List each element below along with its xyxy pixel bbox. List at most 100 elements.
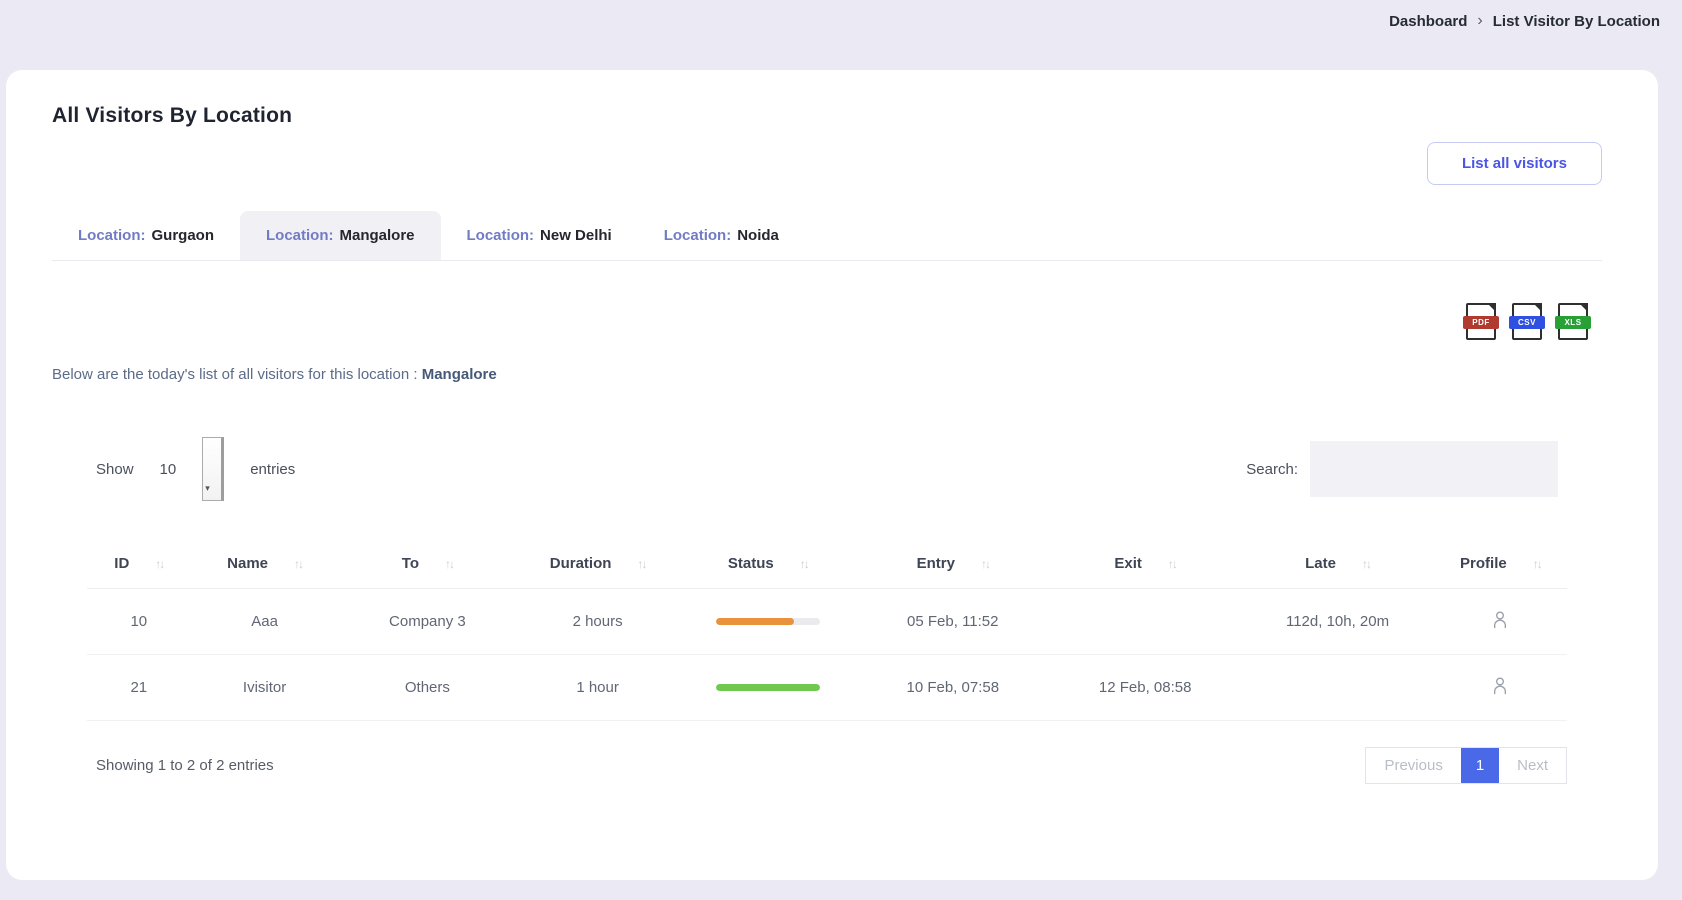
tab-prefix: Location: xyxy=(664,227,732,244)
export-pdf-icon[interactable]: PDF xyxy=(1466,303,1496,340)
tab-name: Noida xyxy=(737,227,779,244)
cell-entry: 05 Feb, 11:52 xyxy=(857,589,1049,655)
tab-location-gurgaon[interactable]: Location: Gurgaon xyxy=(52,211,240,260)
csv-file-label: CSV xyxy=(1509,316,1545,329)
sort-icon[interactable]: ↑↓ xyxy=(1362,557,1370,571)
main-card: All Visitors By Location List all visito… xyxy=(6,70,1658,880)
info-location: Mangalore xyxy=(422,366,497,383)
breadcrumb-dashboard[interactable]: Dashboard xyxy=(1389,13,1467,30)
cell-id: 10 xyxy=(87,589,191,655)
tab-prefix: Location: xyxy=(467,227,535,244)
column-label: Entry xyxy=(917,555,955,572)
cell-name: Ivisitor xyxy=(191,655,339,721)
table-row: 21 Ivisitor Others 1 hour 10 Feb, 07:58 … xyxy=(87,655,1567,721)
cell-profile xyxy=(1434,655,1567,721)
next-page-button[interactable]: Next xyxy=(1499,748,1566,783)
column-header-entry[interactable]: Entry ↑↓ xyxy=(857,541,1049,589)
cell-id: 21 xyxy=(87,655,191,721)
location-tabs: Location: Gurgaon Location: Mangalore Lo… xyxy=(52,211,1602,261)
cell-entry: 10 Feb, 07:58 xyxy=(857,655,1049,721)
sort-icon[interactable]: ↑↓ xyxy=(800,557,808,571)
pagination: Previous 1 Next xyxy=(1365,747,1567,784)
sort-icon[interactable]: ↑↓ xyxy=(294,557,302,571)
info-text: Below are the today's list of all visito… xyxy=(52,366,418,383)
page-number-button[interactable]: 1 xyxy=(1461,748,1499,783)
column-header-name[interactable]: Name ↑↓ xyxy=(191,541,339,589)
tab-prefix: Location: xyxy=(78,227,146,244)
column-label: ID xyxy=(114,555,129,572)
entries-select[interactable]: ▾ xyxy=(202,437,224,501)
profile-person-icon[interactable] xyxy=(1492,610,1508,633)
breadcrumb: Dashboard › List Visitor By Location xyxy=(1389,12,1660,30)
cell-exit: 12 Feb, 08:58 xyxy=(1049,655,1241,721)
sort-icon[interactable]: ↑↓ xyxy=(1533,557,1541,571)
entries-label: entries xyxy=(250,461,295,478)
cell-status xyxy=(679,655,857,721)
search-label: Search: xyxy=(1246,461,1298,478)
sort-icon[interactable]: ↑↓ xyxy=(445,557,453,571)
status-progress-fill xyxy=(716,618,794,625)
chevron-right-icon: › xyxy=(1477,12,1482,30)
xls-file-label: XLS xyxy=(1555,316,1591,329)
column-label: Status xyxy=(728,555,774,572)
cell-name: Aaa xyxy=(191,589,339,655)
cell-duration: 2 hours xyxy=(516,589,679,655)
page-title: All Visitors By Location xyxy=(52,104,1602,128)
column-header-duration[interactable]: Duration ↑↓ xyxy=(516,541,679,589)
button-row: List all visitors xyxy=(52,142,1602,185)
tab-location-noida[interactable]: Location: Noida xyxy=(638,211,805,260)
column-header-exit[interactable]: Exit ↑↓ xyxy=(1049,541,1241,589)
column-header-status[interactable]: Status ↑↓ xyxy=(679,541,857,589)
show-entries-group: Show 10 ▾ entries xyxy=(96,437,295,501)
tab-location-mangalore[interactable]: Location: Mangalore xyxy=(240,211,441,260)
top-bar: Dashboard › List Visitor By Location xyxy=(0,0,1682,70)
visitors-table: ID ↑↓ Name ↑↓ To ↑↓ Duration ↑↓ Status ↑↓ Ent… xyxy=(87,541,1567,721)
tab-prefix: Location: xyxy=(266,227,334,244)
table-controls: Show 10 ▾ entries Search: xyxy=(96,437,1558,501)
cell-duration: 1 hour xyxy=(516,655,679,721)
tab-name: Gurgaon xyxy=(152,227,215,244)
tab-name: New Delhi xyxy=(540,227,612,244)
column-label: Name xyxy=(227,555,268,572)
profile-person-icon[interactable] xyxy=(1492,676,1508,699)
sort-icon[interactable]: ↑↓ xyxy=(155,557,163,571)
status-progress-bar xyxy=(716,618,820,625)
column-header-profile[interactable]: Profile ↑↓ xyxy=(1434,541,1567,589)
list-all-visitors-button[interactable]: List all visitors xyxy=(1427,142,1602,185)
table-header-row: ID ↑↓ Name ↑↓ To ↑↓ Duration ↑↓ Status ↑↓ Ent… xyxy=(87,541,1567,589)
column-header-id[interactable]: ID ↑↓ xyxy=(87,541,191,589)
chevron-down-icon: ▾ xyxy=(205,483,210,494)
previous-page-button[interactable]: Previous xyxy=(1366,748,1460,783)
info-line: Below are the today's list of all visito… xyxy=(52,366,1602,383)
cell-late: 112d, 10h, 20m xyxy=(1241,589,1433,655)
column-header-to[interactable]: To ↑↓ xyxy=(339,541,517,589)
cell-profile xyxy=(1434,589,1567,655)
cell-to: Others xyxy=(339,655,517,721)
column-label: Duration xyxy=(550,555,612,572)
page-size-value: 10 xyxy=(160,461,177,478)
column-header-late[interactable]: Late ↑↓ xyxy=(1241,541,1433,589)
cell-status xyxy=(679,589,857,655)
breadcrumb-current-page: List Visitor By Location xyxy=(1493,13,1660,30)
export-buttons: PDF CSV XLS xyxy=(52,303,1602,340)
export-csv-icon[interactable]: CSV xyxy=(1512,303,1542,340)
pdf-file-label: PDF xyxy=(1463,316,1499,329)
column-label: To xyxy=(402,555,419,572)
column-label: Exit xyxy=(1114,555,1142,572)
table-footer: Showing 1 to 2 of 2 entries Previous 1 N… xyxy=(96,747,1567,784)
search-input[interactable] xyxy=(1310,441,1558,497)
status-progress-bar xyxy=(716,684,820,691)
sort-icon[interactable]: ↑↓ xyxy=(1168,557,1176,571)
cell-to: Company 3 xyxy=(339,589,517,655)
sort-icon[interactable]: ↑↓ xyxy=(637,557,645,571)
cell-late xyxy=(1241,655,1433,721)
table-row: 10 Aaa Company 3 2 hours 05 Feb, 11:52 1… xyxy=(87,589,1567,655)
cell-exit xyxy=(1049,589,1241,655)
column-label: Profile xyxy=(1460,555,1507,572)
export-xls-icon[interactable]: XLS xyxy=(1558,303,1588,340)
status-progress-fill xyxy=(716,684,820,691)
sort-icon[interactable]: ↑↓ xyxy=(981,557,989,571)
tab-location-new-delhi[interactable]: Location: New Delhi xyxy=(441,211,638,260)
showing-entries-text: Showing 1 to 2 of 2 entries xyxy=(96,757,274,774)
column-label: Late xyxy=(1305,555,1336,572)
